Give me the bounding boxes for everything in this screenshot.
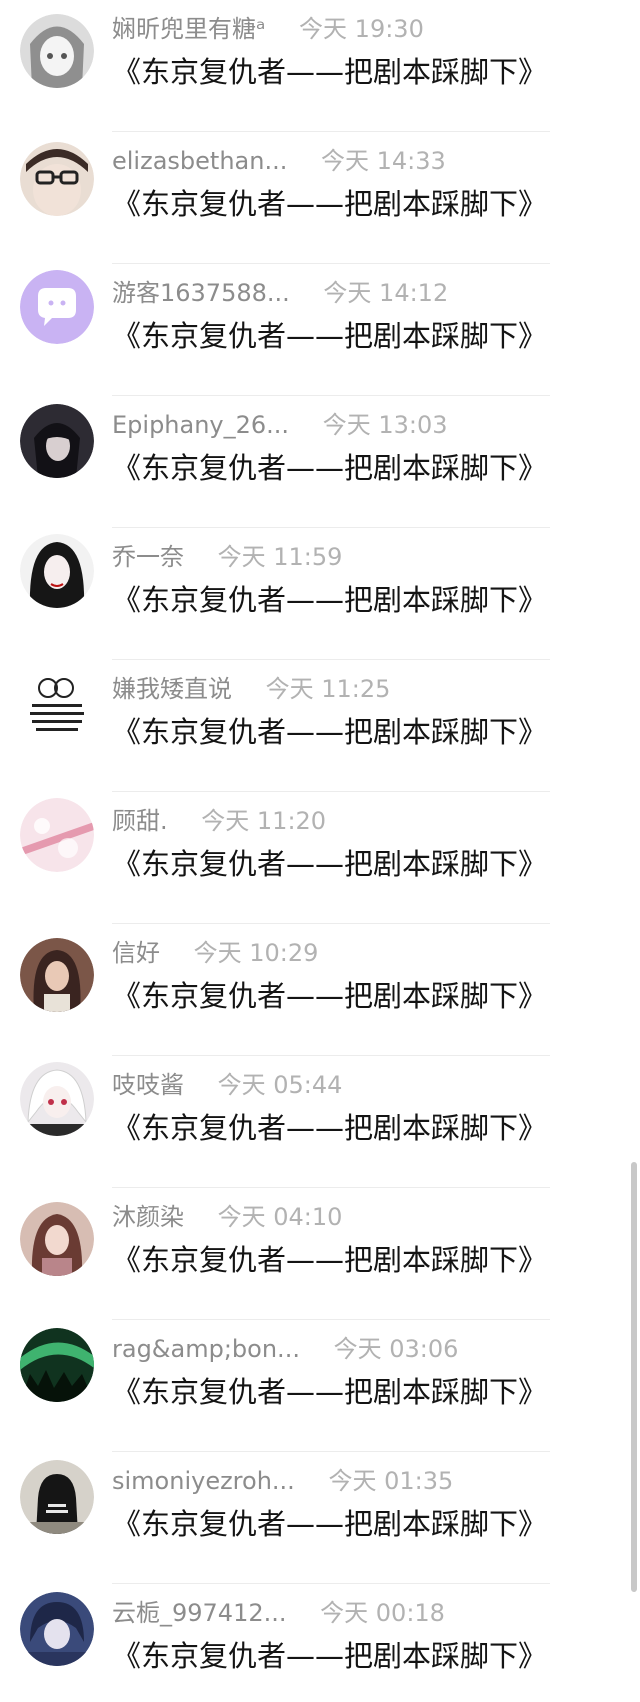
comment-time: 今天 14:33 bbox=[320, 147, 446, 175]
comment-item[interactable]: 顾甜. 今天 11:20 《东京复仇者——把剧本踩脚下》 bbox=[0, 792, 640, 924]
comment-text: 《东京复仇者——把剧本踩脚下》 bbox=[112, 187, 548, 221]
avatar-pink-blossom-icon[interactable] bbox=[20, 798, 94, 872]
comment-username[interactable]: 游客1637588... bbox=[112, 276, 290, 310]
comment-text: 《东京复仇者——把剧本踩脚下》 bbox=[112, 1639, 548, 1673]
comment-username[interactable]: 嫌我矮直说 bbox=[112, 672, 232, 706]
comment-meta: 云栀_997412... 今天 00:18 bbox=[112, 1596, 445, 1630]
comment-list: 娴昕兜里有糖ᵃ 今天 19:30 《东京复仇者——把剧本踩脚下》 elizasb… bbox=[0, 0, 640, 1702]
avatar-white-haired-anime-icon[interactable] bbox=[20, 1062, 94, 1136]
avatar-hooded-person-icon[interactable] bbox=[20, 1460, 94, 1534]
comment-meta: elizasbethan... 今天 14:33 bbox=[112, 144, 446, 178]
comment-text: 《东京复仇者——把剧本踩脚下》 bbox=[112, 451, 548, 485]
comment-text: 《东京复仇者——把剧本踩脚下》 bbox=[112, 715, 548, 749]
comment-username[interactable]: 娴昕兜里有糖ᵃ bbox=[112, 12, 265, 46]
comment-meta: 乔一奈 今天 11:59 bbox=[112, 540, 342, 574]
comment-meta: simoniyezroh... 今天 01:35 bbox=[112, 1464, 453, 1498]
comment-item[interactable]: simoniyezroh... 今天 01:35 《东京复仇者——把剧本踩脚下》 bbox=[0, 1452, 640, 1584]
comment-meta: 沐颜染 今天 04:10 bbox=[112, 1200, 342, 1234]
comment-item[interactable]: rag&amp;bon... 今天 03:06 《东京复仇者——把剧本踩脚下》 bbox=[0, 1320, 640, 1452]
comment-time: 今天 13:03 bbox=[322, 411, 448, 439]
comment-text: 《东京复仇者——把剧本踩脚下》 bbox=[112, 55, 548, 89]
comment-username[interactable]: 信好 bbox=[112, 936, 160, 970]
comment-meta: Epiphany_26... 今天 13:03 bbox=[112, 408, 448, 442]
comment-meta: 吱吱酱 今天 05:44 bbox=[112, 1068, 342, 1102]
comment-meta: 游客1637588... 今天 14:12 bbox=[112, 276, 448, 310]
comment-time: 今天 04:10 bbox=[217, 1203, 343, 1231]
comment-username[interactable]: elizasbethan... bbox=[112, 144, 287, 178]
comment-username[interactable]: 吱吱酱 bbox=[112, 1068, 184, 1102]
comment-time: 今天 05:44 bbox=[217, 1071, 343, 1099]
avatar-photo-girl-icon[interactable] bbox=[20, 938, 94, 1012]
comment-time: 今天 00:18 bbox=[320, 1599, 445, 1627]
comment-text: 《东京复仇者——把剧本踩脚下》 bbox=[112, 847, 548, 881]
avatar-meme-text-icon[interactable] bbox=[20, 666, 94, 740]
comment-text: 《东京复仇者——把剧本踩脚下》 bbox=[112, 583, 548, 617]
comment-item[interactable]: 乔一奈 今天 11:59 《东京复仇者——把剧本踩脚下》 bbox=[0, 528, 640, 660]
comment-text: 《东京复仇者——把剧本踩脚下》 bbox=[112, 319, 548, 353]
avatar-default-chat-bubble-icon[interactable] bbox=[20, 270, 94, 344]
comment-item[interactable]: 沐颜染 今天 04:10 《东京复仇者——把剧本踩脚下》 bbox=[0, 1188, 640, 1320]
avatar-glasses-person-icon[interactable] bbox=[20, 142, 94, 216]
comment-username[interactable]: 云栀_997412... bbox=[112, 1596, 287, 1630]
comment-meta: 信好 今天 10:29 bbox=[112, 936, 318, 970]
avatar-aurora-landscape-icon[interactable] bbox=[20, 1328, 94, 1402]
comment-time: 今天 14:12 bbox=[323, 279, 449, 307]
avatar-anime-girl-grayscale-icon[interactable] bbox=[20, 14, 94, 88]
comment-text: 《东京复仇者——把剧本踩脚下》 bbox=[112, 1243, 548, 1277]
comment-time: 今天 19:30 bbox=[299, 15, 424, 43]
comment-item[interactable]: 云栀_997412... 今天 00:18 《东京复仇者——把剧本踩脚下》 bbox=[0, 1584, 640, 1702]
comment-item[interactable]: Epiphany_26... 今天 13:03 《东京复仇者——把剧本踩脚下》 bbox=[0, 396, 640, 528]
comment-username[interactable]: Epiphany_26... bbox=[112, 408, 289, 442]
comment-item[interactable]: 信好 今天 10:29 《东京复仇者——把剧本踩脚下》 bbox=[0, 924, 640, 1056]
comment-username[interactable]: 顾甜. bbox=[112, 804, 168, 838]
comment-username[interactable]: 沐颜染 bbox=[112, 1200, 184, 1234]
comment-text: 《东京复仇者——把剧本踩脚下》 bbox=[112, 979, 548, 1013]
comment-item[interactable]: elizasbethan... 今天 14:33 《东京复仇者——把剧本踩脚下》 bbox=[0, 132, 640, 264]
scrollbar[interactable] bbox=[631, 1162, 637, 1592]
comment-text: 《东京复仇者——把剧本踩脚下》 bbox=[112, 1507, 548, 1541]
comment-item[interactable]: 吱吱酱 今天 05:44 《东京复仇者——把剧本踩脚下》 bbox=[0, 1056, 640, 1188]
avatar-illustrated-girl-icon[interactable] bbox=[20, 1202, 94, 1276]
comment-meta: rag&amp;bon... 今天 03:06 bbox=[112, 1332, 458, 1366]
comment-text: 《东京复仇者——把剧本踩脚下》 bbox=[112, 1111, 548, 1145]
comment-item[interactable]: 娴昕兜里有糖ᵃ 今天 19:30 《东京复仇者——把剧本踩脚下》 bbox=[0, 0, 640, 132]
avatar-blue-anime-boy-icon[interactable] bbox=[20, 1592, 94, 1666]
comment-time: 今天 11:20 bbox=[201, 807, 327, 835]
avatar-dark-haired-girl-icon[interactable] bbox=[20, 534, 94, 608]
comment-username[interactable]: simoniyezroh... bbox=[112, 1464, 295, 1498]
comment-text: 《东京复仇者——把剧本踩脚下》 bbox=[112, 1375, 548, 1409]
comment-meta: 娴昕兜里有糖ᵃ 今天 19:30 bbox=[112, 12, 424, 46]
comment-item[interactable]: 游客1637588... 今天 14:12 《东京复仇者——把剧本踩脚下》 bbox=[0, 264, 640, 396]
comment-username[interactable]: rag&amp;bon... bbox=[112, 1332, 300, 1366]
comment-time: 今天 11:59 bbox=[217, 543, 343, 571]
comment-time: 今天 01:35 bbox=[328, 1467, 454, 1495]
comment-meta: 顾甜. 今天 11:20 bbox=[112, 804, 326, 838]
comment-item[interactable]: 嫌我矮直说 今天 11:25 《东京复仇者——把剧本踩脚下》 bbox=[0, 660, 640, 792]
comment-time: 今天 03:06 bbox=[333, 1335, 459, 1363]
comment-time: 今天 10:29 bbox=[193, 939, 319, 967]
comment-meta: 嫌我矮直说 今天 11:25 bbox=[112, 672, 390, 706]
comment-username[interactable]: 乔一奈 bbox=[112, 540, 184, 574]
comment-time: 今天 11:25 bbox=[265, 675, 391, 703]
avatar-dark-anime-character-icon[interactable] bbox=[20, 404, 94, 478]
